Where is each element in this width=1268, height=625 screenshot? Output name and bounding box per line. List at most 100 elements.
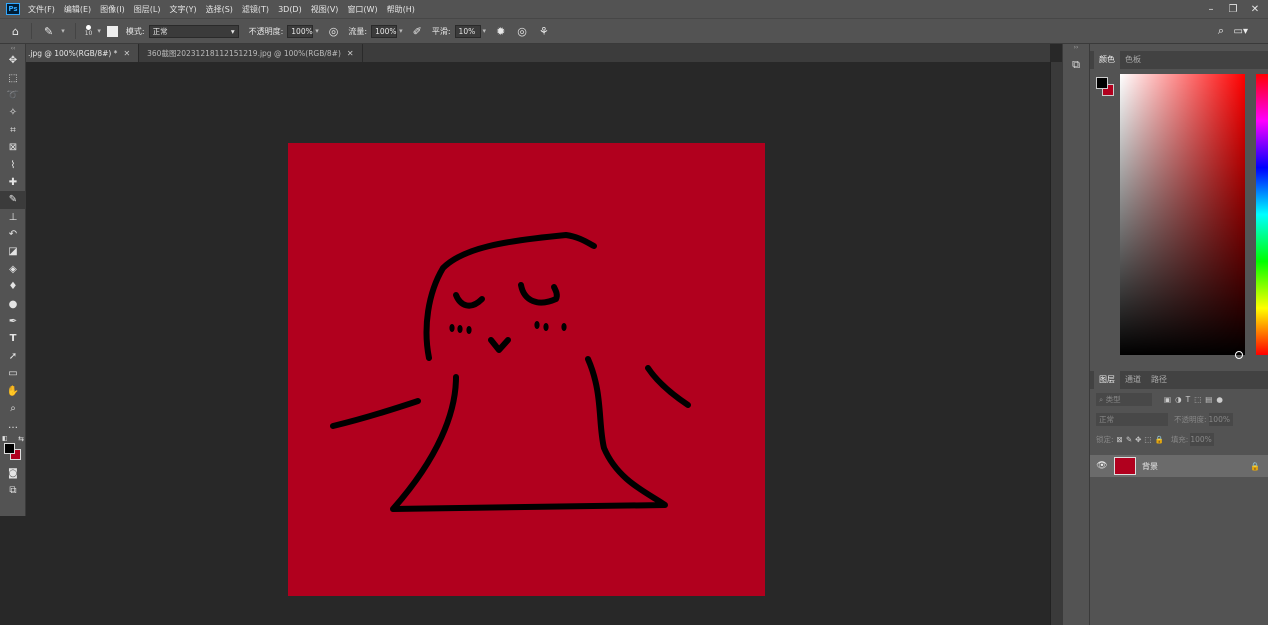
panel-dock-strip: ›› ⧉ [1062,44,1090,625]
chevron-down-icon[interactable]: ▾ [483,27,487,35]
opacity-input[interactable]: 100% [287,24,314,38]
document-canvas[interactable] [288,143,765,596]
chevron-down-icon[interactable]: ▾ [399,27,403,35]
tools-panel: ‹‹ ✥ ⬚ ➰ ✧ ⌗ ⊠ ⌇ ✚ ✎ ⊥ ↶ ◪ ◈ ♦ ● ✒ T ➚ ▭… [0,44,26,516]
panel-grip-icon[interactable]: ›› [1063,44,1089,52]
chevron-down-icon[interactable]: ▾ [97,27,101,35]
lock-icons[interactable]: ⊠✎✥⬚🔒 [1117,435,1167,444]
brush-tool-preset-icon[interactable]: ✎ [44,25,53,38]
layer-filter-select[interactable]: ⌕ 类型 [1096,392,1152,406]
layer-name[interactable]: 背景 [1142,461,1158,472]
window-controls: – ❐ ✕ [1200,0,1266,18]
hand-tool-icon[interactable]: ✋ [0,382,26,399]
pressure-opacity-icon[interactable]: ◎ [329,25,339,38]
smoothing-input[interactable]: 10% [454,24,481,38]
document-tab[interactable]: 360截图20231218112151219.jpg @ 100%(RGB/8#… [139,44,363,62]
menu-window[interactable]: 窗口(W) [347,4,377,15]
lock-row: 锁定: ⊠✎✥⬚🔒 填充: 100% [1090,429,1268,449]
document-tab[interactable]: .jpg @ 100%(RGB/8#) * ✕ [26,44,140,62]
more-tools-icon[interactable]: … [0,417,26,434]
screen-mode-icon[interactable]: ⧉ [0,482,26,499]
search-icon[interactable]: ⌕ [1218,24,1224,38]
eyedropper-tool-icon[interactable]: ⌇ [0,156,26,173]
app-logo: Ps [6,3,20,15]
tab-color[interactable]: 颜色 [1094,51,1120,69]
brush-size-picker[interactable]: 10 [84,25,93,37]
menu-type[interactable]: 文字(Y) [169,4,196,15]
menu-file[interactable]: 文件(F) [28,4,55,15]
menu-help[interactable]: 帮助(H) [387,4,415,15]
foreground-color-swatch[interactable] [1096,77,1108,89]
stamp-tool-icon[interactable]: ⊥ [0,209,26,226]
type-tool-icon[interactable]: T [0,330,26,347]
lock-label: 锁定: [1096,434,1114,444]
flow-input[interactable]: 100% [371,24,398,38]
menu-filter[interactable]: 滤镜(T) [242,4,269,15]
hue-slider[interactable] [1256,74,1268,355]
color-swatches[interactable]: ◧ ⇆ [0,435,26,465]
menu-edit[interactable]: 编辑(E) [64,4,91,15]
brush-tool-icon[interactable]: ✎ [0,191,26,209]
paint-bucket-tool-icon[interactable]: ◈ [0,261,26,278]
swap-colors-icon[interactable]: ⇆ [18,435,24,443]
crop-tool-icon[interactable]: ⌗ [0,122,26,139]
history-brush-tool-icon[interactable]: ↶ [0,226,26,243]
magic-wand-tool-icon[interactable]: ✧ [0,104,26,121]
move-tool-icon[interactable]: ✥ [0,52,26,69]
color-picker-field[interactable] [1120,74,1245,359]
frame-tool-icon[interactable]: ⊠ [0,139,26,156]
restore-icon[interactable]: ❐ [1222,4,1244,15]
layer-row[interactable]: 👁 背景 🔒 [1090,455,1268,477]
layer-filter-placeholder: 类型 [1105,394,1121,404]
menu-layer[interactable]: 图层(L) [134,4,161,15]
mode-select[interactable]: 正常 ▾ [148,24,239,38]
blur-tool-icon[interactable]: ♦ [0,278,26,295]
tab-paths[interactable]: 路径 [1146,371,1172,389]
rectangle-tool-icon[interactable]: ▭ [0,365,26,382]
marquee-tool-icon[interactable]: ⬚ [0,69,26,86]
brush-size-value: 10 [84,30,93,37]
pen-tool-icon[interactable]: ✒ [0,313,26,330]
filter-icons[interactable]: ▣◑T⬚▤● [1164,395,1227,404]
tab-swatches[interactable]: 色板 [1120,51,1146,69]
symmetry-icon[interactable]: ⚘ [539,25,549,38]
airbrush-icon[interactable]: ✐ [413,25,422,38]
panel-grip-icon[interactable]: ‹‹ [0,44,26,52]
menu-view[interactable]: 视图(V) [311,4,339,15]
chevron-down-icon[interactable]: ▾ [315,27,319,35]
blend-mode-select[interactable]: 正常 [1096,412,1168,426]
eye-icon[interactable]: 👁 [1094,461,1110,471]
dodge-tool-icon[interactable]: ● [0,295,26,312]
eraser-tool-icon[interactable]: ◪ [0,243,26,260]
tab-channels[interactable]: 通道 [1120,371,1146,389]
layer-thumbnail [1114,457,1136,475]
menu-3d[interactable]: 3D(D) [278,5,302,14]
close-icon[interactable]: ✕ [347,49,354,58]
chevron-down-icon[interactable]: ▾ [61,27,65,35]
pressure-size-icon[interactable]: ◎ [517,25,527,38]
close-icon[interactable]: ✕ [1244,4,1266,15]
foreground-color-swatch[interactable] [4,442,15,454]
default-colors-icon[interactable]: ◧ [2,435,8,442]
menu-image[interactable]: 图像(I) [100,4,125,15]
history-panel-icon[interactable]: ⧉ [1063,58,1089,78]
vertical-scrollbar[interactable] [1050,62,1062,625]
color-picker-handle[interactable] [1235,351,1243,359]
layer-opacity-input[interactable]: 100% [1208,412,1233,426]
quick-mask-icon[interactable]: ◙ [0,465,26,482]
mode-label: 模式: [125,26,145,36]
close-icon[interactable]: ✕ [123,49,130,58]
zoom-tool-icon[interactable]: ⌕ [0,400,26,417]
menu-select[interactable]: 选择(S) [206,4,233,15]
brush-panel-icon[interactable] [106,25,118,37]
lasso-tool-icon[interactable]: ➰ [0,87,26,104]
fill-input[interactable]: 100% [1190,432,1215,446]
tab-layers[interactable]: 图层 [1094,371,1120,389]
path-selection-tool-icon[interactable]: ➚ [0,348,26,365]
lock-icon[interactable]: 🔒 [1250,462,1260,471]
minimize-icon[interactable]: – [1200,4,1222,15]
healing-brush-tool-icon[interactable]: ✚ [0,174,26,191]
home-icon[interactable]: ⌂ [12,25,19,38]
gear-icon[interactable]: ✹ [496,25,505,38]
workspace-icon[interactable]: ▭▾ [1234,26,1248,37]
